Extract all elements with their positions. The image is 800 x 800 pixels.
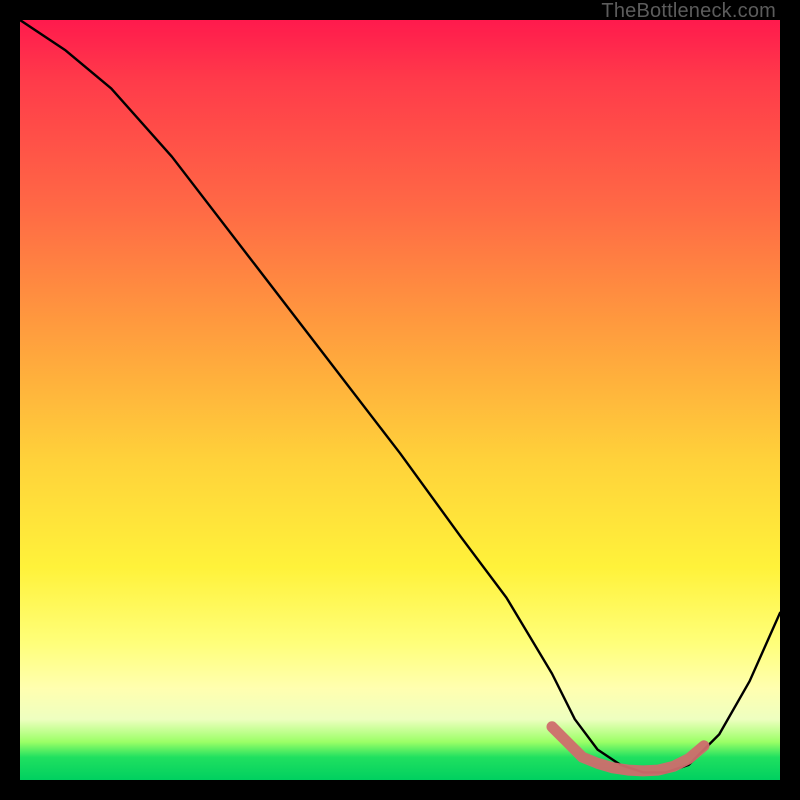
gradient-plot-area: [20, 20, 780, 780]
watermark-text: TheBottleneck.com: [601, 0, 776, 23]
bottleneck-curve-path: [20, 20, 780, 772]
highlight-zone-path: [552, 727, 704, 771]
chart-frame: TheBottleneck.com: [0, 0, 800, 800]
curve-svg: [20, 20, 780, 780]
